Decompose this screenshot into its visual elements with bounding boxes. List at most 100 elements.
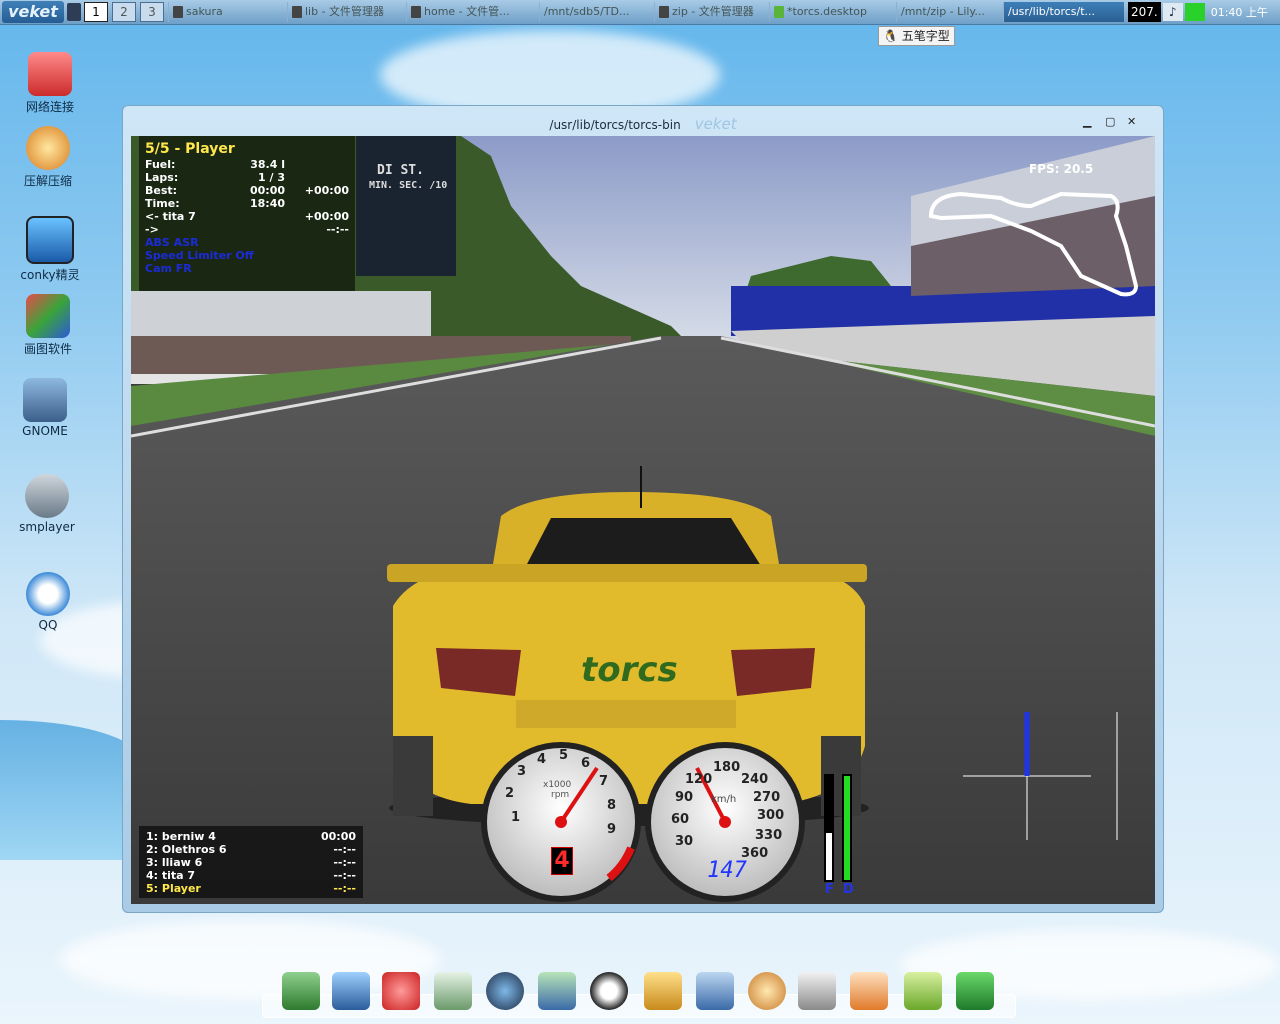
car-cockpit	[526, 518, 761, 566]
dock-icon-usb[interactable]	[798, 972, 836, 1010]
dock-icon-monitor[interactable]	[332, 972, 370, 1010]
task-home[interactable]: home - 文件管...	[406, 2, 537, 22]
best-label: Best:	[145, 184, 178, 197]
close-button[interactable]: ✕	[1127, 116, 1136, 128]
desktop-icon-paint[interactable]: 画图软件	[8, 294, 88, 357]
gnome-mplayer-icon	[23, 378, 67, 422]
standings-row: 4: tita 7 --:--	[146, 869, 356, 882]
task-mnt-zip[interactable]: /mnt/zip - Lily...	[896, 2, 1001, 22]
speed-gauge-labels: 30 60 90 120 180 240 270 300 330 360 km/…	[645, 742, 805, 902]
dock-icon-qq[interactable]	[590, 972, 628, 1010]
timing-board-line-1: DI ST.	[377, 163, 424, 178]
terminal-icon	[173, 6, 183, 18]
desktop-icon-conky[interactable]: conky精灵	[10, 216, 90, 283]
desktop-icon-smplayer[interactable]: smplayer	[7, 474, 87, 534]
task-mnt-sdb5[interactable]: /mnt/sdb5/TD...	[539, 2, 652, 22]
desktop-icon-archive[interactable]: 压解压缩	[8, 126, 88, 189]
standings-row: 1: berniw 4 00:00	[146, 830, 356, 843]
speed-tick: 180	[713, 760, 741, 775]
rpm-tick: 5	[559, 748, 569, 763]
dock-icon-media[interactable]	[486, 972, 524, 1010]
fuel-value: 38.4 l	[250, 158, 285, 171]
standings-row: 2: Olethros 6 --:--	[146, 843, 356, 856]
rpm-gauge-labels: 1 2 3 4 5 6 7 8 9 x1000 rpm 4	[481, 742, 641, 902]
dock	[262, 962, 1016, 1020]
dock-icon-camera[interactable]	[956, 972, 994, 1010]
dock-icon-windows[interactable]	[696, 972, 734, 1010]
rpm-tick: 4	[537, 752, 547, 767]
rpm-tick: 6	[581, 756, 591, 771]
network-icon[interactable]	[1184, 3, 1205, 21]
task-zip[interactable]: zip - 文件管理器	[654, 2, 767, 22]
dock-shelf	[262, 994, 1016, 1018]
car-torcs-logo: torcs	[581, 650, 678, 690]
timing-board	[356, 136, 456, 276]
dock-icon-help[interactable]	[904, 972, 942, 1010]
start-logo[interactable]: veket	[2, 1, 64, 23]
rpm-unit: x1000	[543, 780, 572, 790]
workspace-2[interactable]: 2	[112, 2, 136, 22]
workspace-3[interactable]: 3	[140, 2, 164, 22]
damage-bar-label: D	[843, 882, 854, 897]
speed-tick: 270	[753, 790, 781, 805]
speed-unit: km/h	[711, 794, 737, 805]
fuel-label: Fuel:	[145, 158, 176, 171]
dock-icon-users[interactable]	[538, 972, 576, 1010]
dock-icon-exit[interactable]	[644, 972, 682, 1010]
speed-tick: 300	[757, 808, 785, 823]
edit-icon	[774, 6, 784, 18]
qq-icon	[26, 572, 70, 616]
task-lib[interactable]: lib - 文件管理器	[287, 2, 404, 22]
clock[interactable]: 01:40 上午	[1211, 4, 1268, 20]
desktop-icon-gnome[interactable]: GNOME	[5, 378, 85, 438]
rpm-unit-2: rpm	[551, 790, 570, 800]
rpm-tick: 1	[511, 810, 521, 825]
camera-status: Cam FR	[145, 262, 192, 275]
window-titlebar[interactable]: /usr/lib/torcs/torcs-bin veket ▁ ▢ ✕	[123, 106, 1163, 134]
archive-icon	[26, 126, 70, 170]
network-connection-icon	[28, 52, 72, 96]
speed-tick: 240	[741, 772, 769, 787]
rpm-tick: 7	[599, 774, 609, 789]
dock-icon-notes[interactable]	[434, 972, 472, 1010]
cpu-monitor[interactable]: 207.	[1128, 2, 1161, 22]
game-viewport[interactable]: DI ST. MIN. SEC. /10 torcs 5/5 - Player …	[131, 136, 1155, 904]
prev-car-label: <- tita 7	[145, 210, 196, 223]
folder-icon	[292, 6, 302, 18]
sea-wave	[0, 720, 140, 860]
dock-icon-network[interactable]	[282, 972, 320, 1010]
desktop-icon-qq[interactable]: QQ	[8, 572, 88, 632]
maximize-button[interactable]: ▢	[1105, 116, 1115, 128]
speed-tick: 90	[675, 790, 694, 805]
task-torcs-bin[interactable]: /usr/lib/torcs/t...	[1003, 2, 1124, 22]
standings-panel: 1: berniw 4 00:00 2: Olethros 6 --:-- 3: l…	[139, 826, 363, 898]
desktop-icon-network[interactable]: 网络连接	[10, 52, 90, 115]
taskbar: veket 1 2 3 sakura lib - 文件管理器 home - 文件…	[0, 0, 1280, 25]
window-title: /usr/lib/torcs/torcs-bin	[549, 118, 681, 132]
input-method-indicator[interactable]: 🐧 五笔字型	[878, 26, 955, 46]
best-diff: +00:00	[304, 184, 349, 197]
speed-readout: 147	[707, 858, 747, 883]
volume-icon[interactable]: ♪	[1162, 3, 1183, 21]
tail-light-left	[436, 648, 521, 696]
workspace-1[interactable]: 1	[84, 2, 108, 22]
standings-row: 3: lliaw 6 --:--	[146, 856, 356, 869]
speed-tick: 120	[685, 772, 713, 787]
paint-brush-icon	[26, 294, 70, 338]
task-torcs-desktop[interactable]: *torcs.desktop	[769, 2, 894, 22]
task-sakura[interactable]: sakura	[168, 2, 285, 22]
rpm-tick: 2	[505, 786, 515, 801]
damage-bar	[844, 776, 850, 880]
minimize-button[interactable]: ▁	[1083, 116, 1091, 128]
dock-icon-pig[interactable]	[382, 972, 420, 1010]
fuel-bar-label: F	[825, 882, 834, 897]
left-stand	[131, 291, 431, 341]
race-info-panel: 5/5 - Player Fuel: 38.4 l Laps: 1 / 3 Best…	[139, 136, 355, 291]
rear-wing	[387, 564, 867, 582]
fps-counter: FPS: 20.5	[1029, 162, 1094, 176]
abs-status: ABS ASR	[145, 236, 199, 249]
dock-icon-paint[interactable]	[748, 972, 786, 1010]
show-desktop-icon[interactable]	[67, 3, 81, 21]
dock-icon-photo[interactable]	[850, 972, 888, 1010]
folder-icon	[411, 6, 421, 18]
